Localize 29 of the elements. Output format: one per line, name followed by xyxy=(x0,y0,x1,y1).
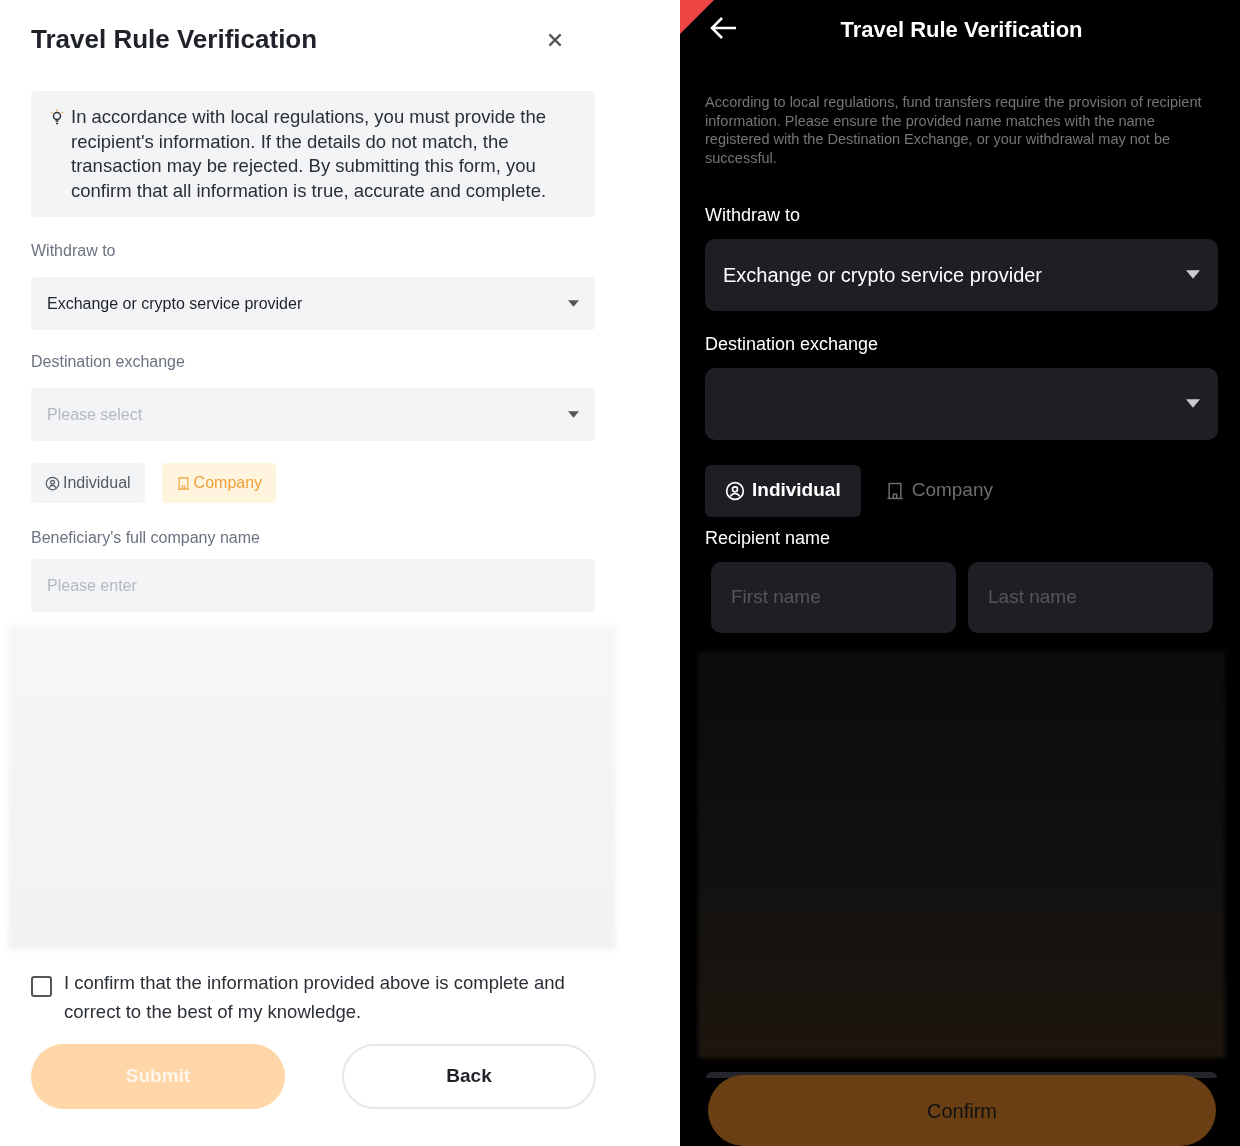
lightbulb-icon xyxy=(49,108,65,126)
page-title: Travel Rule Verification xyxy=(840,16,1083,44)
withdraw-to-select[interactable]: Exchange or crypto service provider xyxy=(31,277,595,330)
notice-text: In accordance with local regulations, you must provide the recipient's information. If the details do not match, the transaction may be rejected. By submitting this form, you confirm that all information is true, accurate and complete. xyxy=(71,105,548,203)
dialog-title: Travel Rule Verification xyxy=(31,23,318,56)
confirmation-text: I confirm that the information provided above is complete and correct to the best of my knowledge. xyxy=(64,971,566,1024)
caret-icon xyxy=(568,300,579,307)
caret-icon xyxy=(1186,399,1200,409)
notice-text: According to local regulations, fund transfers require the provision of recipient information. Please ensure the provided name matches with the name registered with the Destination Exchange, or your withdrawal may not be successful. xyxy=(705,93,1203,168)
building-icon xyxy=(175,475,191,491)
person-icon xyxy=(725,480,745,501)
company-name-field[interactable]: Please enter xyxy=(31,559,595,612)
type-tab[interactable]: Individual xyxy=(31,463,145,503)
field-label: Recipient name xyxy=(705,526,832,550)
corner-ribbon xyxy=(680,0,714,34)
confirm-checkbox[interactable] xyxy=(31,976,52,997)
field-label: Destination exchange xyxy=(705,332,880,356)
field-label: Withdraw to xyxy=(31,241,117,261)
field-label: Beneficiary's full company name xyxy=(31,528,261,548)
type-tab[interactable]: Company xyxy=(864,464,1013,517)
type-tab[interactable]: Individual xyxy=(705,464,861,517)
caret-icon xyxy=(568,411,579,418)
back-button[interactable]: Back xyxy=(342,1044,596,1109)
caret-icon xyxy=(1186,270,1200,280)
field-label: Withdraw to xyxy=(705,204,802,228)
withdraw-to-select[interactable]: Exchange or crypto service provider xyxy=(705,239,1218,311)
person-icon xyxy=(45,475,60,491)
back-arrow-icon[interactable] xyxy=(710,16,738,40)
field-label: Destination exchange xyxy=(31,352,186,372)
